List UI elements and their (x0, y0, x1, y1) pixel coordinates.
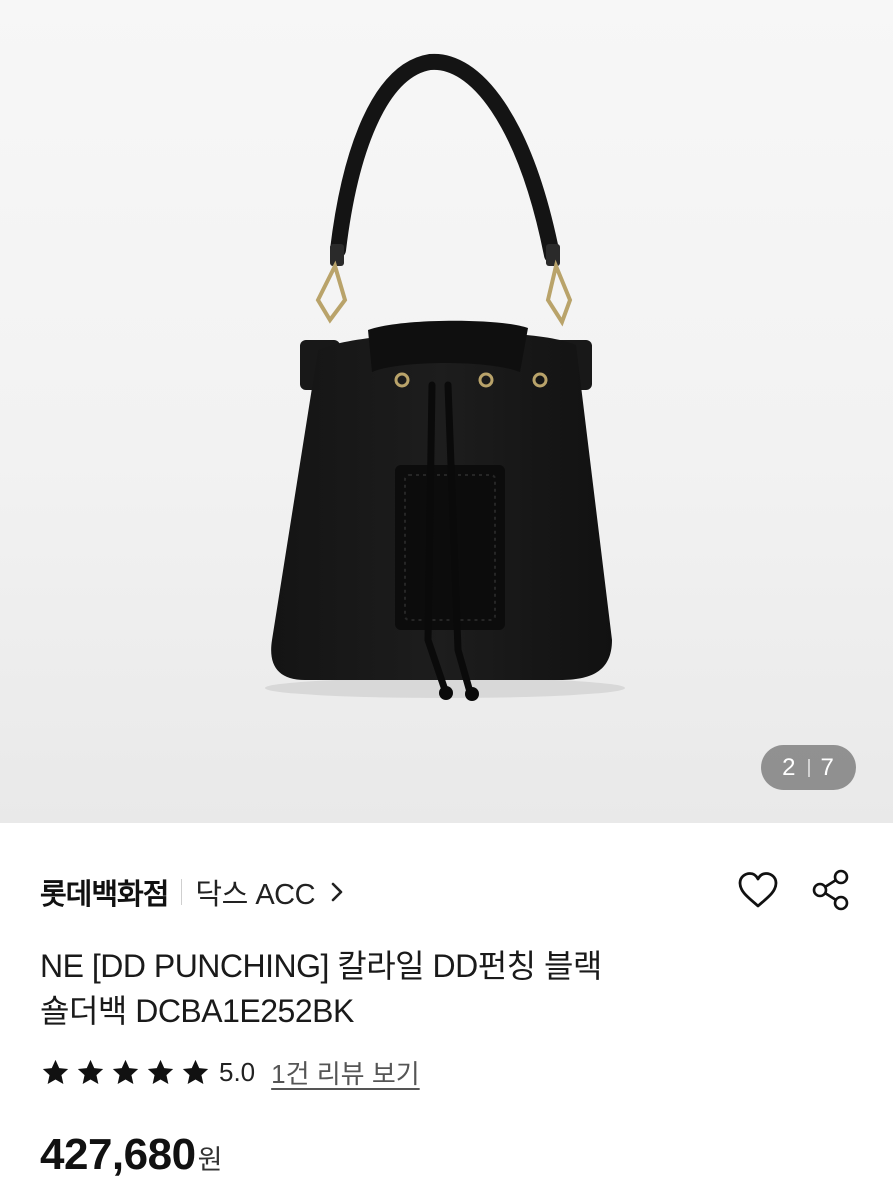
star-icon (42, 1059, 69, 1084)
share-button[interactable] (808, 868, 854, 916)
product-image-gallery[interactable]: 2 7 (0, 0, 893, 823)
price-currency: 원 (197, 1145, 223, 1175)
star-icon (77, 1059, 104, 1084)
wishlist-button[interactable] (735, 868, 781, 916)
star-icon (147, 1059, 174, 1084)
price-value: 427,680 (40, 1130, 196, 1179)
brand-divider (181, 879, 183, 905)
star-icon (112, 1059, 139, 1084)
category-link[interactable]: 닥스 ACC (195, 871, 343, 913)
product-title-line2: 숄더백 DCBA1E252BK (40, 993, 354, 1029)
category-label: 닥스 ACC (195, 879, 316, 911)
product-title-line1: NE [DD PUNCHING] 칼라일 DD펀칭 블랙 (40, 948, 602, 984)
rating-score: 5.0 (219, 1056, 256, 1087)
product-title: NE [DD PUNCHING] 칼라일 DD펀칭 블랙 숄더백 DCBA1E2… (40, 944, 840, 1034)
image-counter-current: 2 (782, 753, 797, 781)
star-rating (40, 1057, 211, 1088)
product-image (265, 53, 625, 701)
image-counter-total: 7 (820, 753, 835, 781)
image-counter: 2 7 (761, 745, 856, 790)
rating-row: 5.0 1건 리뷰 보기 (40, 1052, 420, 1092)
brand-link[interactable]: 롯데백화점 (40, 871, 169, 913)
image-counter-divider (807, 758, 810, 777)
reviews-link[interactable]: 1건 리뷰 보기 (271, 1054, 420, 1091)
chevron-right-icon (331, 882, 343, 902)
star-icon (182, 1059, 209, 1084)
heart-icon (737, 871, 779, 914)
price-row: 427,680 원 (40, 1130, 222, 1180)
brand-row: 롯데백화점 닥스 ACC (40, 868, 343, 916)
share-icon (810, 868, 852, 917)
